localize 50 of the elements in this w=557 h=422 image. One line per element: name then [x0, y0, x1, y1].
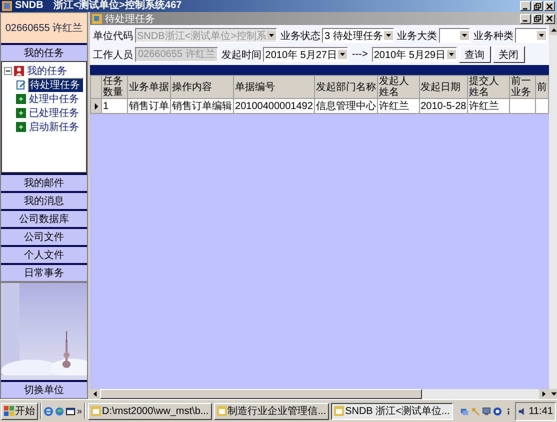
column-header[interactable]: 发起部门名称	[314, 76, 378, 98]
column-header[interactable]: 前	[535, 76, 548, 98]
taskbar-button[interactable]: SNDB 浙江<测试单位...	[331, 402, 453, 420]
table-cell: 1	[102, 98, 128, 114]
date-picker[interactable]: 2010年 5月27日	[263, 47, 348, 62]
column-header[interactable]: 前一业务	[509, 76, 536, 98]
column-header[interactable]: 发起人姓名	[377, 76, 420, 98]
nav-button[interactable]: 公司文件	[1, 227, 87, 245]
user-info: 02660655 许红兰	[1, 13, 87, 43]
nav-button[interactable]: 公司数据库	[1, 209, 87, 227]
taskbar-button[interactable]: 制造行业企业管理信...	[214, 402, 330, 420]
field-label: 工作人员	[93, 48, 133, 62]
field-label: 业务大类	[396, 30, 437, 42]
table-cell: 20100400001492	[234, 98, 314, 114]
child-window-title: 待处理任务	[105, 12, 155, 26]
nav-button[interactable]: 个人文件	[1, 245, 87, 263]
table-cell: 销售订单	[128, 98, 171, 114]
tree-item[interactable]: 我的任务	[26, 64, 68, 78]
tree-item[interactable]: 待处理任务	[28, 78, 84, 92]
table-cell: 信息管理中心	[314, 98, 378, 114]
field-label: 业务种类	[473, 30, 514, 42]
nav-button[interactable]: 我的消息	[1, 191, 87, 209]
nav-button[interactable]: 我的邮件	[1, 173, 87, 191]
column-header[interactable]: 发起日期	[419, 76, 468, 98]
table-cell: 销售订单编辑	[170, 98, 234, 114]
date-picker[interactable]: 2010年 5月29日	[372, 47, 457, 62]
section-header[interactable]: 我的任务	[1, 43, 87, 61]
column-header[interactable]: 业务单据	[128, 76, 171, 98]
table-cell: 许红兰	[468, 98, 510, 114]
column-header[interactable]: 操作内容	[170, 76, 234, 98]
range-separator: --->	[351, 49, 369, 60]
field-label: 业务状态	[280, 30, 320, 42]
form-button[interactable]: 关闭	[492, 46, 525, 63]
table-cell: 许红兰	[377, 98, 420, 114]
tree-item[interactable]: 处理中任务	[28, 92, 80, 106]
nav-button[interactable]: 日常事务	[1, 263, 87, 281]
column-header[interactable]: 提交人姓名	[468, 76, 510, 98]
table-cell: 2010-5-28	[419, 98, 468, 114]
tree-item[interactable]: 已处理任务	[28, 106, 80, 120]
dropdown-field[interactable]: 3 待处理任务	[322, 28, 394, 43]
form-button[interactable]: 查询	[458, 46, 491, 63]
taskbar-button[interactable]: D:\mst2000\ww_mst\b...	[88, 402, 212, 420]
more-button[interactable]: »	[77, 406, 82, 416]
tree-item[interactable]: 启动新任务	[28, 120, 80, 134]
field-label: 单位代码	[93, 30, 133, 42]
field-label: 发起时间	[221, 48, 262, 62]
column-header[interactable]: 任务数量	[102, 76, 128, 98]
column-header[interactable]: 单据编号	[234, 76, 314, 98]
switch-unit-button[interactable]: 切换单位	[1, 380, 87, 398]
start-button[interactable]: 开始	[1, 402, 38, 420]
